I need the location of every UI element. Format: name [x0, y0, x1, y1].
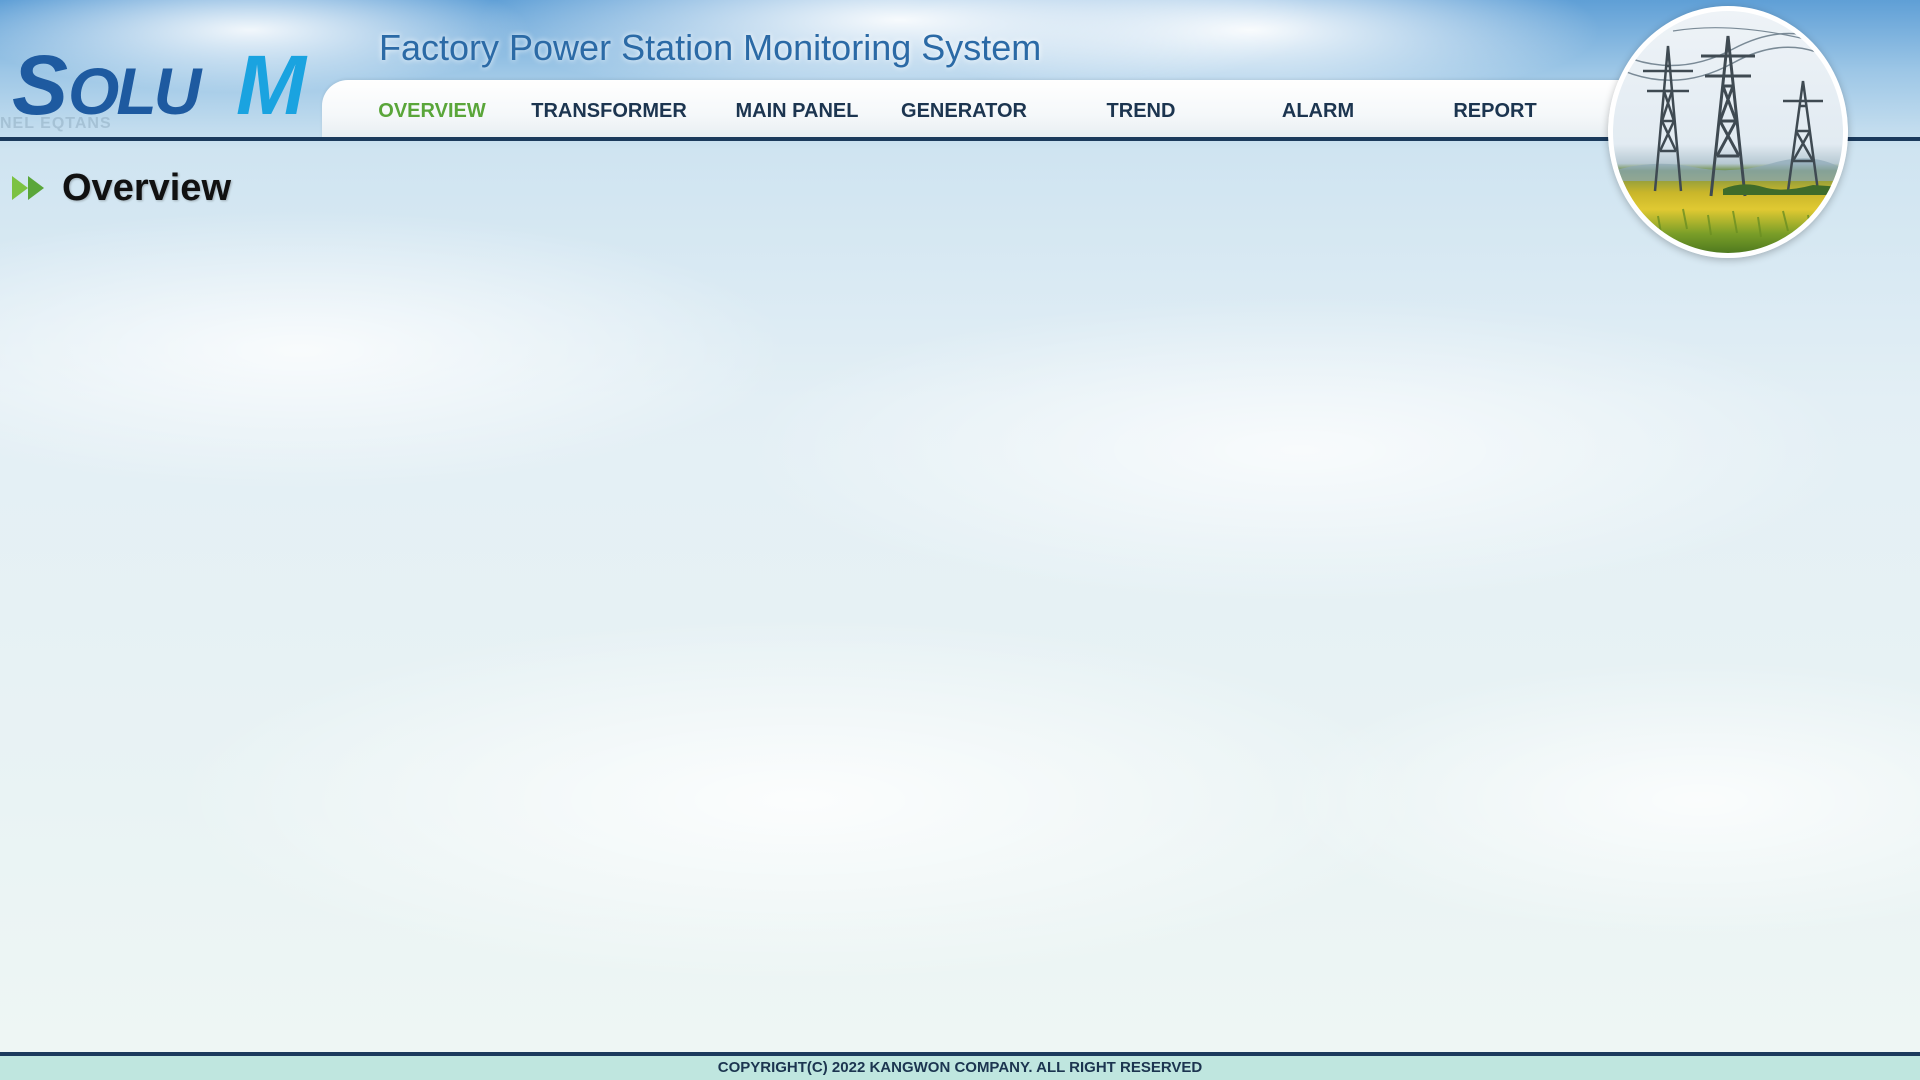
nav-item-trend[interactable]: TREND	[1107, 100, 1176, 123]
copyright-text: COPYRIGHT(C) 2022 KANGWON COMPANY. ALL R…	[717, 1059, 1203, 1076]
nav-item-report[interactable]: REPORT	[1453, 100, 1536, 123]
nav-item-transformer[interactable]: TRANSFORMER	[531, 100, 687, 123]
logo-ghost-text: NEL EQTANS	[0, 115, 112, 132]
nav-item-overview[interactable]: OVERVIEW	[378, 100, 485, 123]
nav-item-alarm[interactable]: ALARM	[1282, 100, 1354, 123]
power-pylons-image	[1608, 6, 1848, 258]
nav-item-generator[interactable]: GENERATOR	[901, 100, 1027, 123]
footer: COPYRIGHT(C) 2022 KANGWON COMPANY. ALL R…	[0, 1056, 1920, 1080]
nav-item-main-panel[interactable]: MAIN PANEL	[736, 100, 859, 123]
double-chevron-right-icon	[12, 176, 44, 200]
svg-text:M: M	[236, 38, 308, 128]
app-title: Factory Power Station Monitoring System	[379, 27, 1042, 68]
page-title: Overview	[62, 166, 231, 209]
page-heading: Overview	[12, 166, 231, 210]
power-pylons-graphic	[1613, 27, 1843, 238]
app-window: S OLU M NEL EQTANS Factory Power Station…	[0, 0, 1920, 1080]
